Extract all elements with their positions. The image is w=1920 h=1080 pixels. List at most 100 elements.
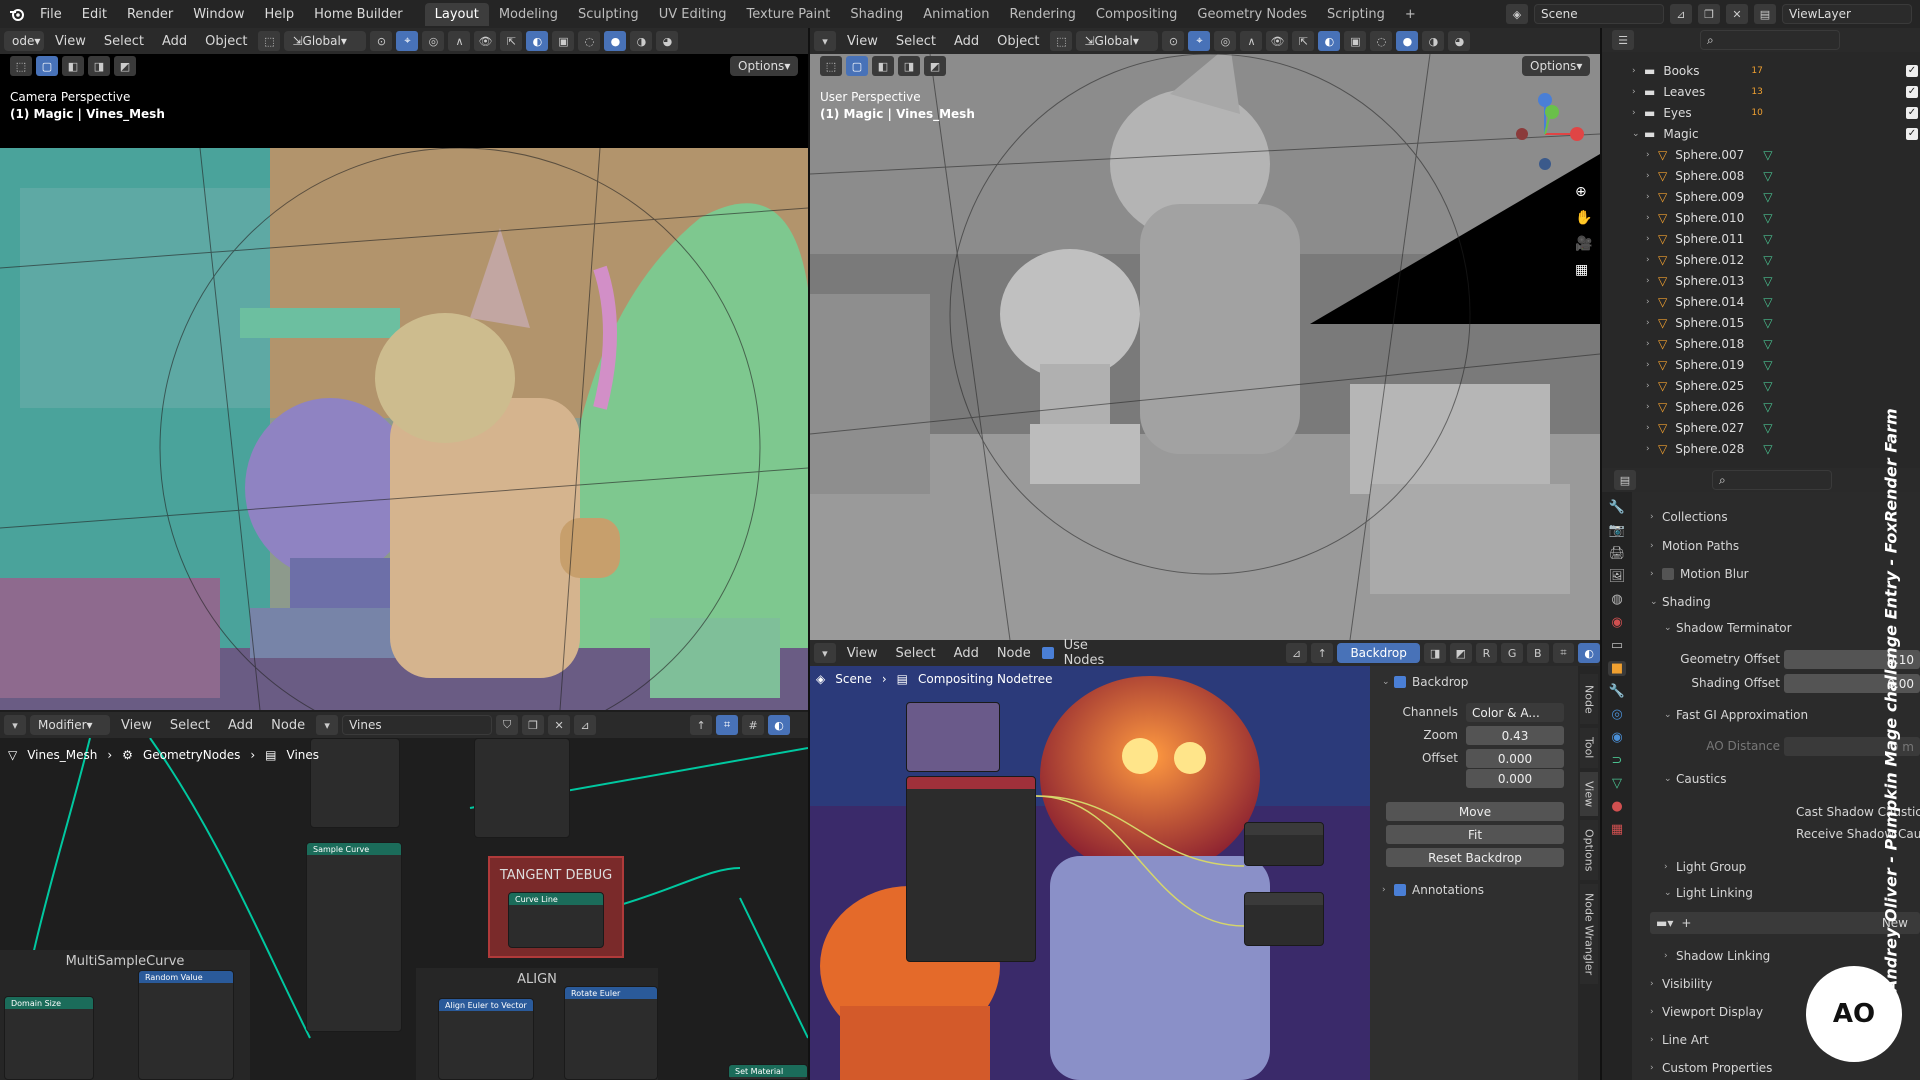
offset-x-field[interactable]: 0.000 <box>1466 749 1564 768</box>
outliner-row[interactable]: › ▽ Sphere.011 ▽ <box>1618 228 1918 249</box>
overlay-icon[interactable]: ◐ <box>526 31 549 51</box>
exclude-checkbox[interactable] <box>1906 191 1918 203</box>
outliner-row[interactable]: › ▽ Sphere.012 ▽ <box>1618 249 1918 270</box>
data-tab-icon[interactable]: ▽ <box>1612 776 1622 791</box>
mesh-data-icon[interactable]: ▽ <box>1763 232 1772 246</box>
section-custom-properties[interactable]: › Custom Properties <box>1650 1056 1772 1080</box>
user-viewport[interactable]: ⬚ ▢ ◧ ◨ ◩ Options ▾ User Perspective (1)… <box>810 54 1600 640</box>
pin-icon[interactable]: ⊿ <box>1670 4 1692 24</box>
menu-edit[interactable]: Edit <box>72 7 117 22</box>
exclude-checkbox[interactable]: ✓ <box>1906 106 1918 119</box>
section-viewport-display[interactable]: › Viewport Display <box>1650 1000 1763 1024</box>
tab-node-wrangler[interactable]: Node Wrangler <box>1580 884 1598 984</box>
menu-view[interactable]: View <box>48 34 93 49</box>
channel-color-icon[interactable]: ◨ <box>1424 643 1446 663</box>
pin-icon[interactable]: ⊿ <box>574 715 597 735</box>
backdrop-checkbox[interactable] <box>1394 676 1406 688</box>
expand-toggle-icon[interactable]: › <box>1646 444 1658 454</box>
backdrop-toggle[interactable]: Backdrop <box>1337 643 1421 663</box>
expand-toggle-icon[interactable]: › <box>1646 171 1658 181</box>
curve-line-node[interactable]: Curve Line <box>508 892 604 948</box>
expand-toggle-icon[interactable]: ⌄ <box>1632 129 1644 139</box>
tab-modeling[interactable]: Modeling <box>489 3 568 26</box>
falloff-icon[interactable]: ∧ <box>1240 31 1263 51</box>
menu-render[interactable]: Render <box>117 7 183 22</box>
proportional-icon[interactable]: ◎ <box>422 31 445 51</box>
menu-help[interactable]: Help <box>255 7 305 22</box>
menu-node[interactable]: Node <box>264 718 312 733</box>
geometry-nodes-canvas[interactable]: ▽ Vines_Mesh › ⚙ GeometryNodes › ▤ Vines… <box>0 738 808 1080</box>
mesh-data-icon[interactable]: ▽ <box>1763 274 1772 288</box>
node-tree-icon[interactable]: ▾ <box>316 715 339 735</box>
section-visibility[interactable]: › Visibility <box>1650 972 1712 996</box>
zoom-field[interactable]: 0.43 <box>1466 726 1564 745</box>
menu-add[interactable]: Add <box>221 718 260 733</box>
outliner-row[interactable]: › ▽ Sphere.015 ▽ <box>1618 312 1918 333</box>
tab-compositing[interactable]: Compositing <box>1086 3 1188 26</box>
outliner-row[interactable]: › ▽ Sphere.026 ▽ <box>1618 396 1918 417</box>
exclude-checkbox[interactable] <box>1906 296 1918 308</box>
texture-tab-icon[interactable]: ▦ <box>1611 822 1623 837</box>
viewlayer-selector[interactable]: ViewLayer <box>1782 4 1912 24</box>
menu-view[interactable]: View <box>840 34 885 49</box>
expand-toggle-icon[interactable]: › <box>1646 339 1658 349</box>
menu-select[interactable]: Select <box>163 718 217 733</box>
tab-rendering[interactable]: Rendering <box>1000 3 1086 26</box>
mesh-data-icon[interactable]: ▽ <box>1763 148 1772 162</box>
tool-tab-icon[interactable]: 🔧 <box>1609 500 1625 515</box>
properties-search[interactable]: ⌕ <box>1712 470 1832 490</box>
parent-icon[interactable]: ↑ <box>690 715 713 735</box>
collection-tab-icon[interactable]: ▭ <box>1611 638 1623 653</box>
outliner-row[interactable]: › ▽ Sphere.008 ▽ <box>1618 165 1918 186</box>
breadcrumb-object[interactable]: Vines_Mesh <box>27 748 97 762</box>
select-extend-icon[interactable]: ◧ <box>62 56 84 76</box>
render-tab-icon[interactable]: 📷 <box>1609 523 1625 538</box>
exclude-checkbox[interactable] <box>1906 359 1918 371</box>
snapping-icon[interactable]: ⌖ <box>396 31 419 51</box>
scene-icon[interactable]: ◈ <box>1506 4 1528 24</box>
gizmo-icon[interactable]: ⇱ <box>1292 31 1315 51</box>
exclude-checkbox[interactable] <box>1906 212 1918 224</box>
frame-multisample-curve[interactable]: MultiSampleCurve Random Value Domain Siz… <box>0 950 250 1080</box>
wireframe-shading-icon[interactable]: ◌ <box>578 31 601 51</box>
expand-toggle-icon[interactable]: › <box>1632 108 1644 118</box>
viewlayer-icon[interactable]: ▤ <box>1754 4 1776 24</box>
properties-type-icon[interactable]: ▤ <box>1614 470 1636 490</box>
outliner-row[interactable]: › ▽ Sphere.018 ▽ <box>1618 333 1918 354</box>
editor-subtype-dropdown[interactable]: Modifier ▾ <box>30 715 110 735</box>
fit-button[interactable]: Fit <box>1386 825 1564 844</box>
exclude-checkbox[interactable] <box>1906 170 1918 182</box>
set-position-node[interactable] <box>474 738 570 838</box>
exclude-checkbox[interactable] <box>1906 275 1918 287</box>
camera-viewport[interactable]: ⬚ ▢ ◧ ◨ ◩ Options ▾ Camera Perspective (… <box>0 54 808 710</box>
snap-icon[interactable]: ⌗ <box>1552 643 1575 663</box>
expand-toggle-icon[interactable]: › <box>1646 213 1658 223</box>
select-invert-icon[interactable]: ◩ <box>114 56 136 76</box>
select-new-icon[interactable]: ▢ <box>846 56 868 76</box>
editor-type-icon[interactable]: ▾ <box>4 715 26 735</box>
exclude-checkbox[interactable] <box>1906 401 1918 413</box>
transform-orientation[interactable]: ⇲ Global ▾ <box>284 31 367 51</box>
tab-scripting[interactable]: Scripting <box>1317 3 1395 26</box>
modifier-tab-icon[interactable]: 🔧 <box>1609 684 1625 699</box>
pan-hand-icon[interactable]: ✋ <box>1575 210 1592 226</box>
mesh-data-icon[interactable]: ▽ <box>1763 253 1772 267</box>
menu-node[interactable]: Node <box>990 646 1038 661</box>
mesh-data-icon[interactable]: ▽ <box>1763 421 1772 435</box>
material-shading-icon[interactable]: ◑ <box>1422 31 1445 51</box>
editor-type-icon[interactable]: ▾ <box>814 643 836 663</box>
menu-add[interactable]: Add <box>947 646 986 661</box>
menu-view[interactable]: View <box>114 718 159 733</box>
outliner-row[interactable]: › ▽ Sphere.019 ▽ <box>1618 354 1918 375</box>
exclude-checkbox[interactable] <box>1906 149 1918 161</box>
expand-toggle-icon[interactable]: › <box>1646 360 1658 370</box>
section-light-linking[interactable]: ⌄ Light Linking <box>1664 881 1753 905</box>
expand-toggle-icon[interactable]: › <box>1646 423 1658 433</box>
tab-view[interactable]: View <box>1580 772 1598 816</box>
subsection-caustics[interactable]: ⌄ Caustics <box>1664 767 1726 791</box>
exclude-checkbox[interactable] <box>1906 317 1918 329</box>
annotations-panel-header[interactable]: › Annotations <box>1382 878 1484 902</box>
channel-g-icon[interactable]: G <box>1501 643 1523 663</box>
wireframe-shading-icon[interactable]: ◌ <box>1370 31 1393 51</box>
menu-add[interactable]: Add <box>155 34 194 49</box>
